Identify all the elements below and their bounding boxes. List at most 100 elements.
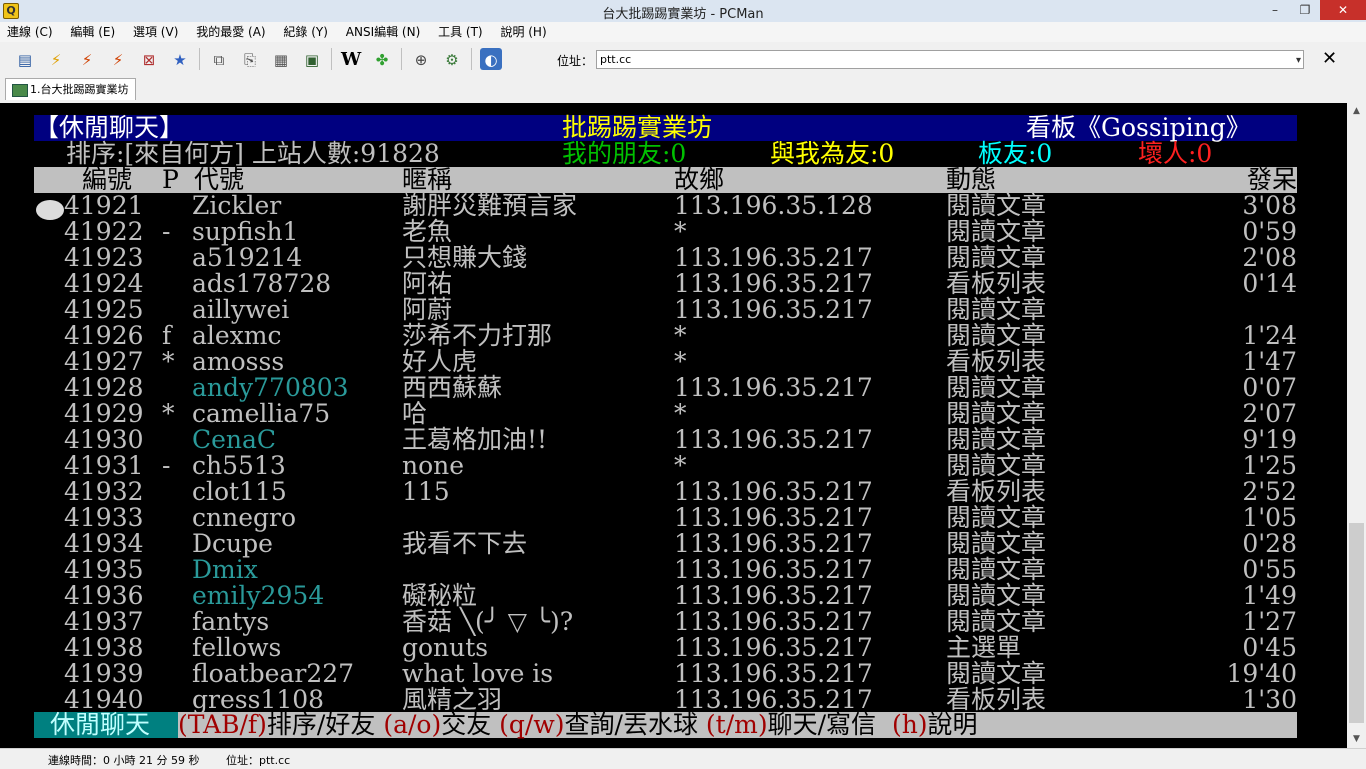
- col-no: 編號: [82, 165, 133, 194]
- tab-bar: 1.台大批踢踢實業坊: [0, 76, 1366, 102]
- row-no: 41922: [64, 217, 144, 246]
- row-from: 113.196.35.128: [674, 191, 873, 220]
- row-no: 41936: [64, 581, 144, 610]
- add-favorite-icon[interactable]: ★: [169, 48, 191, 70]
- user-row[interactable]: 41922- supfish1 老魚 * 閱讀文章 0'59: [0, 219, 1297, 245]
- user-row[interactable]: 41935 Dmix 113.196.35.217 閱讀文章 0'55: [0, 557, 1297, 583]
- address-input[interactable]: ptt.cc ▾: [596, 50, 1304, 69]
- row-id: cnnegro: [192, 503, 297, 532]
- row-idle: 3'08: [1242, 191, 1297, 220]
- menu-options[interactable]: 選項 (V): [126, 22, 185, 42]
- clover-icon[interactable]: ✤: [371, 48, 393, 70]
- scroll-thumb[interactable]: [1349, 523, 1364, 723]
- close-window-button[interactable]: ✕: [1320, 0, 1366, 20]
- site-list-icon[interactable]: ▤: [14, 48, 36, 70]
- row-no: 41929: [64, 399, 144, 428]
- row-nick: gonuts: [402, 633, 489, 662]
- wikipedia-icon[interactable]: W: [340, 48, 362, 70]
- close-connection-icon[interactable]: ⊠: [138, 48, 160, 70]
- terminal-icon: [12, 84, 28, 97]
- row-from: *: [674, 347, 687, 376]
- scroll-down-icon[interactable]: ▼: [1347, 731, 1366, 748]
- menu-connect[interactable]: 連線 (C): [0, 22, 60, 42]
- footer-key-h: (h): [891, 710, 928, 739]
- row-from: 113.196.35.217: [674, 529, 873, 558]
- user-row[interactable]: 41925 aillywei 阿蔚 113.196.35.217 閱讀文章: [0, 297, 1297, 323]
- menu-favorites[interactable]: 我的最愛 (A): [189, 22, 272, 42]
- row-idle: 0'28: [1242, 529, 1297, 558]
- row-idle: 0'59: [1242, 217, 1297, 246]
- user-row[interactable]: 41926 f alexmc 莎希不力打那 * 閱讀文章 1'24: [0, 323, 1297, 349]
- menu-log[interactable]: 紀錄 (Y): [276, 22, 335, 42]
- footer-text-sort: 排序/好友: [266, 710, 376, 739]
- row-nick: 王葛格加油!!: [402, 425, 548, 454]
- user-row[interactable]: 41937 fantys 香菇 ╲(╯ ▽ ╰)? 113.196.35.217 閱讀文…: [0, 609, 1297, 635]
- quick-connect-icon[interactable]: ⚡: [45, 48, 67, 70]
- footer-help-bar: 休閒聊天 (TAB/f)排序/好友 (a/o)交友 (q/w)查詢/丟水球 (t…: [34, 712, 1297, 738]
- menu-ansi-edit[interactable]: ANSI編輯 (N): [339, 22, 428, 42]
- row-id: fantys: [192, 607, 270, 636]
- row-id: aillywei: [192, 295, 290, 324]
- row-from: *: [674, 451, 687, 480]
- row-status: 閱讀文章: [946, 555, 1047, 584]
- row-no: 41927: [64, 347, 144, 376]
- restore-button[interactable]: ❐: [1290, 0, 1320, 20]
- copy-icon[interactable]: ⧉: [208, 48, 230, 70]
- row-status: 看板列表: [946, 269, 1047, 298]
- row-id: emily2954: [192, 581, 325, 610]
- row-from: *: [674, 399, 687, 428]
- col-p: P: [162, 165, 179, 194]
- user-row[interactable]: 41938 fellows gonuts 113.196.35.217 主選單 0'45: [0, 635, 1297, 661]
- user-row[interactable]: 41921 Zickler 謝胖災難預言家 113.196.35.128 閱讀文章 3'0…: [0, 193, 1297, 219]
- menu-tools[interactable]: 工具 (T): [431, 22, 490, 42]
- user-row[interactable]: 41928 andy770803 西西蘇蘇 113.196.35.217 閱讀文章 0'0…: [0, 375, 1297, 401]
- footer-text-friend: 交友: [441, 710, 492, 739]
- settings-gear-icon[interactable]: ⚙: [441, 48, 463, 70]
- site-name: 批踢踢實業坊: [562, 113, 713, 142]
- board-name: 看板《Gossiping》: [1026, 113, 1251, 142]
- row-idle: 0'14: [1242, 269, 1297, 298]
- pcman-about-icon[interactable]: ◐: [480, 48, 502, 70]
- scroll-up-icon[interactable]: ▲: [1347, 103, 1366, 120]
- row-nick: 好人虎: [402, 347, 478, 376]
- terminal-screen[interactable]: 【休閒聊天】 批踢踢實業坊 看板《Gossiping》 排序:[來自何方] 上站…: [0, 103, 1347, 748]
- row-from: 113.196.35.217: [674, 581, 873, 610]
- status-bar: 連線時間：0 小時 21 分 59 秒 位址：ptt.cc: [0, 748, 1366, 769]
- screenshot-icon[interactable]: ▣: [301, 48, 323, 70]
- minimize-button[interactable]: –: [1260, 0, 1290, 20]
- row-from: 113.196.35.217: [674, 633, 873, 662]
- user-row[interactable]: 41931- ch5513 none * 閱讀文章 1'25: [0, 453, 1297, 479]
- user-row[interactable]: 41933 cnnegro 113.196.35.217 閱讀文章 1'05: [0, 505, 1297, 531]
- row-from: 113.196.35.217: [674, 555, 873, 584]
- row-id: supfish1: [192, 217, 299, 246]
- row-idle: 2'07: [1242, 399, 1297, 428]
- col-from: 故鄉: [674, 165, 725, 194]
- row-from: *: [674, 217, 687, 246]
- user-row[interactable]: 41924 ads178728 阿祐 113.196.35.217 看板列表 0'14: [0, 271, 1297, 297]
- user-row[interactable]: 41927 * amosss 好人虎 * 看板列表 1'47: [0, 349, 1297, 375]
- user-row[interactable]: 41936 emily2954 礙秘粒 113.196.35.217 閱讀文章 1'49: [0, 583, 1297, 609]
- menu-edit[interactable]: 編輯 (E): [63, 22, 122, 42]
- reconnect-icon[interactable]: ⚡: [76, 48, 98, 70]
- friends-count: 我的朋友:0: [562, 139, 687, 168]
- address-close-icon[interactable]: ✕: [1322, 48, 1337, 69]
- paste-icon[interactable]: ⎘: [239, 48, 261, 70]
- address-dropdown-icon[interactable]: ▾: [1296, 52, 1301, 69]
- user-row[interactable]: 41923 a519214 只想賺大錢 113.196.35.217 閱讀文章 2'08: [0, 245, 1297, 271]
- user-row[interactable]: 41930 CenaC 王葛格加油!! 113.196.35.217 閱讀文章 9'19: [0, 427, 1297, 453]
- user-row[interactable]: 41929 * camellia75 哈 * 閱讀文章 2'07: [0, 401, 1297, 427]
- bad-count: 壞人:0: [1138, 139, 1213, 168]
- disconnect-icon[interactable]: ⚡: [107, 48, 129, 70]
- row-status: 看板列表: [946, 477, 1047, 506]
- menu-help[interactable]: 說明 (H): [493, 22, 553, 42]
- tab-ptt[interactable]: 1.台大批踢踢實業坊: [5, 78, 136, 100]
- fullscreen-icon[interactable]: ⊕: [410, 48, 432, 70]
- window-title: 台大批踢踢實業坊 - PCMan: [602, 7, 764, 22]
- user-row[interactable]: 41934 Dcupe 我看不下去 113.196.35.217 閱讀文章 0'28: [0, 531, 1297, 557]
- terminal-scrollbar[interactable]: ▲ ▼: [1347, 103, 1366, 748]
- copy-ansi-icon[interactable]: ▦: [270, 48, 292, 70]
- user-row[interactable]: 41939 floatbear227 what love is 113.196.35.…: [0, 661, 1297, 687]
- user-row[interactable]: 41932 clot115 115 113.196.35.217 看板列表 2'52: [0, 479, 1297, 505]
- row-from: *: [674, 321, 687, 350]
- row-id: Dmix: [192, 555, 258, 584]
